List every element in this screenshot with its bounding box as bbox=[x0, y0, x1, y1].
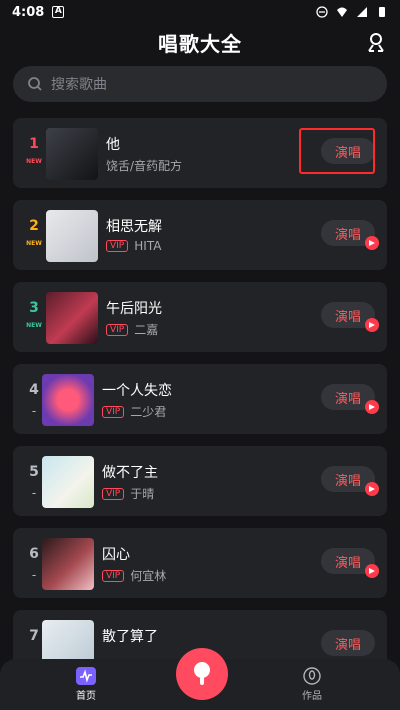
song-cover bbox=[42, 456, 94, 508]
song-cover bbox=[42, 374, 94, 426]
play-icon bbox=[369, 404, 375, 410]
nav-home-label: 首页 bbox=[76, 691, 96, 702]
vip-badge: VIP bbox=[106, 240, 129, 252]
vip-badge: VIP bbox=[106, 323, 129, 336]
song-row[interactable]: 3 NEW 午后阳光 VIP 二嘉 演唱 bbox=[13, 282, 387, 352]
song-meta: VIP 于晴 bbox=[102, 485, 154, 502]
vip-badge: VIP bbox=[102, 405, 125, 418]
search-icon bbox=[28, 77, 42, 91]
song-artist: 何宜林 bbox=[130, 569, 167, 583]
song-row[interactable]: 4 - 一个人失恋 VIP 二少君 演唱 bbox=[13, 364, 387, 434]
song-artist: HITA bbox=[134, 239, 162, 253]
song-meta: VIP 二少君 bbox=[102, 403, 166, 420]
song-title: 散了算了 bbox=[102, 629, 158, 645]
song-rank-badge: NEW bbox=[26, 158, 42, 165]
song-title: 一个人失恋 bbox=[102, 383, 172, 399]
record-button[interactable] bbox=[176, 648, 228, 700]
song-row[interactable]: 2 NEW 相思无解 VIP HITA 演唱 bbox=[13, 200, 387, 270]
song-meta: VIP 何宜林 bbox=[102, 567, 166, 584]
sing-button[interactable]: 演唱 bbox=[321, 630, 375, 656]
works-icon bbox=[303, 667, 321, 685]
signal-icon bbox=[357, 7, 367, 17]
nav-works-label: 作品 bbox=[302, 691, 322, 702]
song-row[interactable]: 1 NEW 他 饶舌/音药配方 演唱 bbox=[13, 118, 387, 188]
song-meta: VIP HITA bbox=[106, 239, 161, 253]
user-icon bbox=[368, 33, 384, 52]
song-title: 做不了主 bbox=[102, 465, 158, 481]
search-bar[interactable]: 搜索歌曲 bbox=[13, 66, 387, 102]
vip-badge: VIP bbox=[102, 569, 125, 582]
song-row[interactable]: 5 - 做不了主 VIP 于晴 演唱 bbox=[13, 446, 387, 516]
play-badge bbox=[365, 482, 379, 496]
microphone-icon bbox=[194, 662, 210, 685]
song-title: 他 bbox=[106, 137, 120, 153]
song-meta: 饶舌/音药配方 bbox=[106, 157, 182, 174]
play-icon bbox=[369, 240, 375, 246]
play-badge bbox=[365, 564, 379, 578]
play-icon bbox=[369, 568, 375, 574]
vip-badge: VIP bbox=[102, 487, 125, 500]
song-cover bbox=[42, 538, 94, 590]
song-title: 午后阳光 bbox=[106, 301, 162, 317]
song-meta: VIP 二嘉 bbox=[106, 321, 158, 338]
song-rank-badge: NEW bbox=[26, 322, 42, 329]
highlight-box bbox=[299, 128, 375, 174]
play-icon bbox=[369, 322, 375, 328]
play-badge bbox=[365, 400, 379, 414]
home-wave-icon bbox=[76, 667, 96, 685]
header: 唱歌大全 bbox=[0, 24, 400, 60]
song-artist: 饶舌/音药配方 bbox=[106, 159, 183, 173]
song-row[interactable]: 6 - 囚心 VIP 何宜林 演唱 bbox=[13, 528, 387, 598]
song-title: 相思无解 bbox=[106, 219, 162, 235]
battery-icon bbox=[379, 7, 385, 17]
song-rank: 3 bbox=[29, 300, 39, 316]
song-rank: 2 bbox=[29, 218, 39, 234]
play-badge bbox=[365, 236, 379, 250]
song-cover bbox=[46, 292, 98, 344]
song-rank: 1 bbox=[29, 136, 39, 152]
song-cover bbox=[46, 210, 98, 262]
status-bar: 4:08 A bbox=[0, 0, 400, 24]
play-badge bbox=[365, 318, 379, 332]
user-button[interactable] bbox=[364, 30, 388, 54]
song-cover bbox=[46, 128, 98, 180]
status-time: 4:08 bbox=[12, 4, 45, 20]
song-rank-badge: NEW bbox=[26, 240, 42, 247]
nav-home[interactable]: 首页 bbox=[58, 667, 114, 702]
do-not-disturb-icon bbox=[316, 6, 328, 18]
song-title: 囚心 bbox=[102, 547, 130, 563]
page-title: 唱歌大全 bbox=[158, 31, 242, 56]
status-icons bbox=[316, 6, 388, 18]
notification-badge: A bbox=[52, 6, 65, 18]
search-placeholder: 搜索歌曲 bbox=[51, 77, 107, 93]
song-artist: 于晴 bbox=[130, 487, 155, 501]
wifi-icon bbox=[337, 7, 347, 17]
nav-works[interactable]: 作品 bbox=[284, 667, 340, 702]
song-artist: 二少君 bbox=[130, 405, 167, 419]
song-artist: 二嘉 bbox=[134, 323, 159, 337]
play-icon bbox=[369, 486, 375, 492]
